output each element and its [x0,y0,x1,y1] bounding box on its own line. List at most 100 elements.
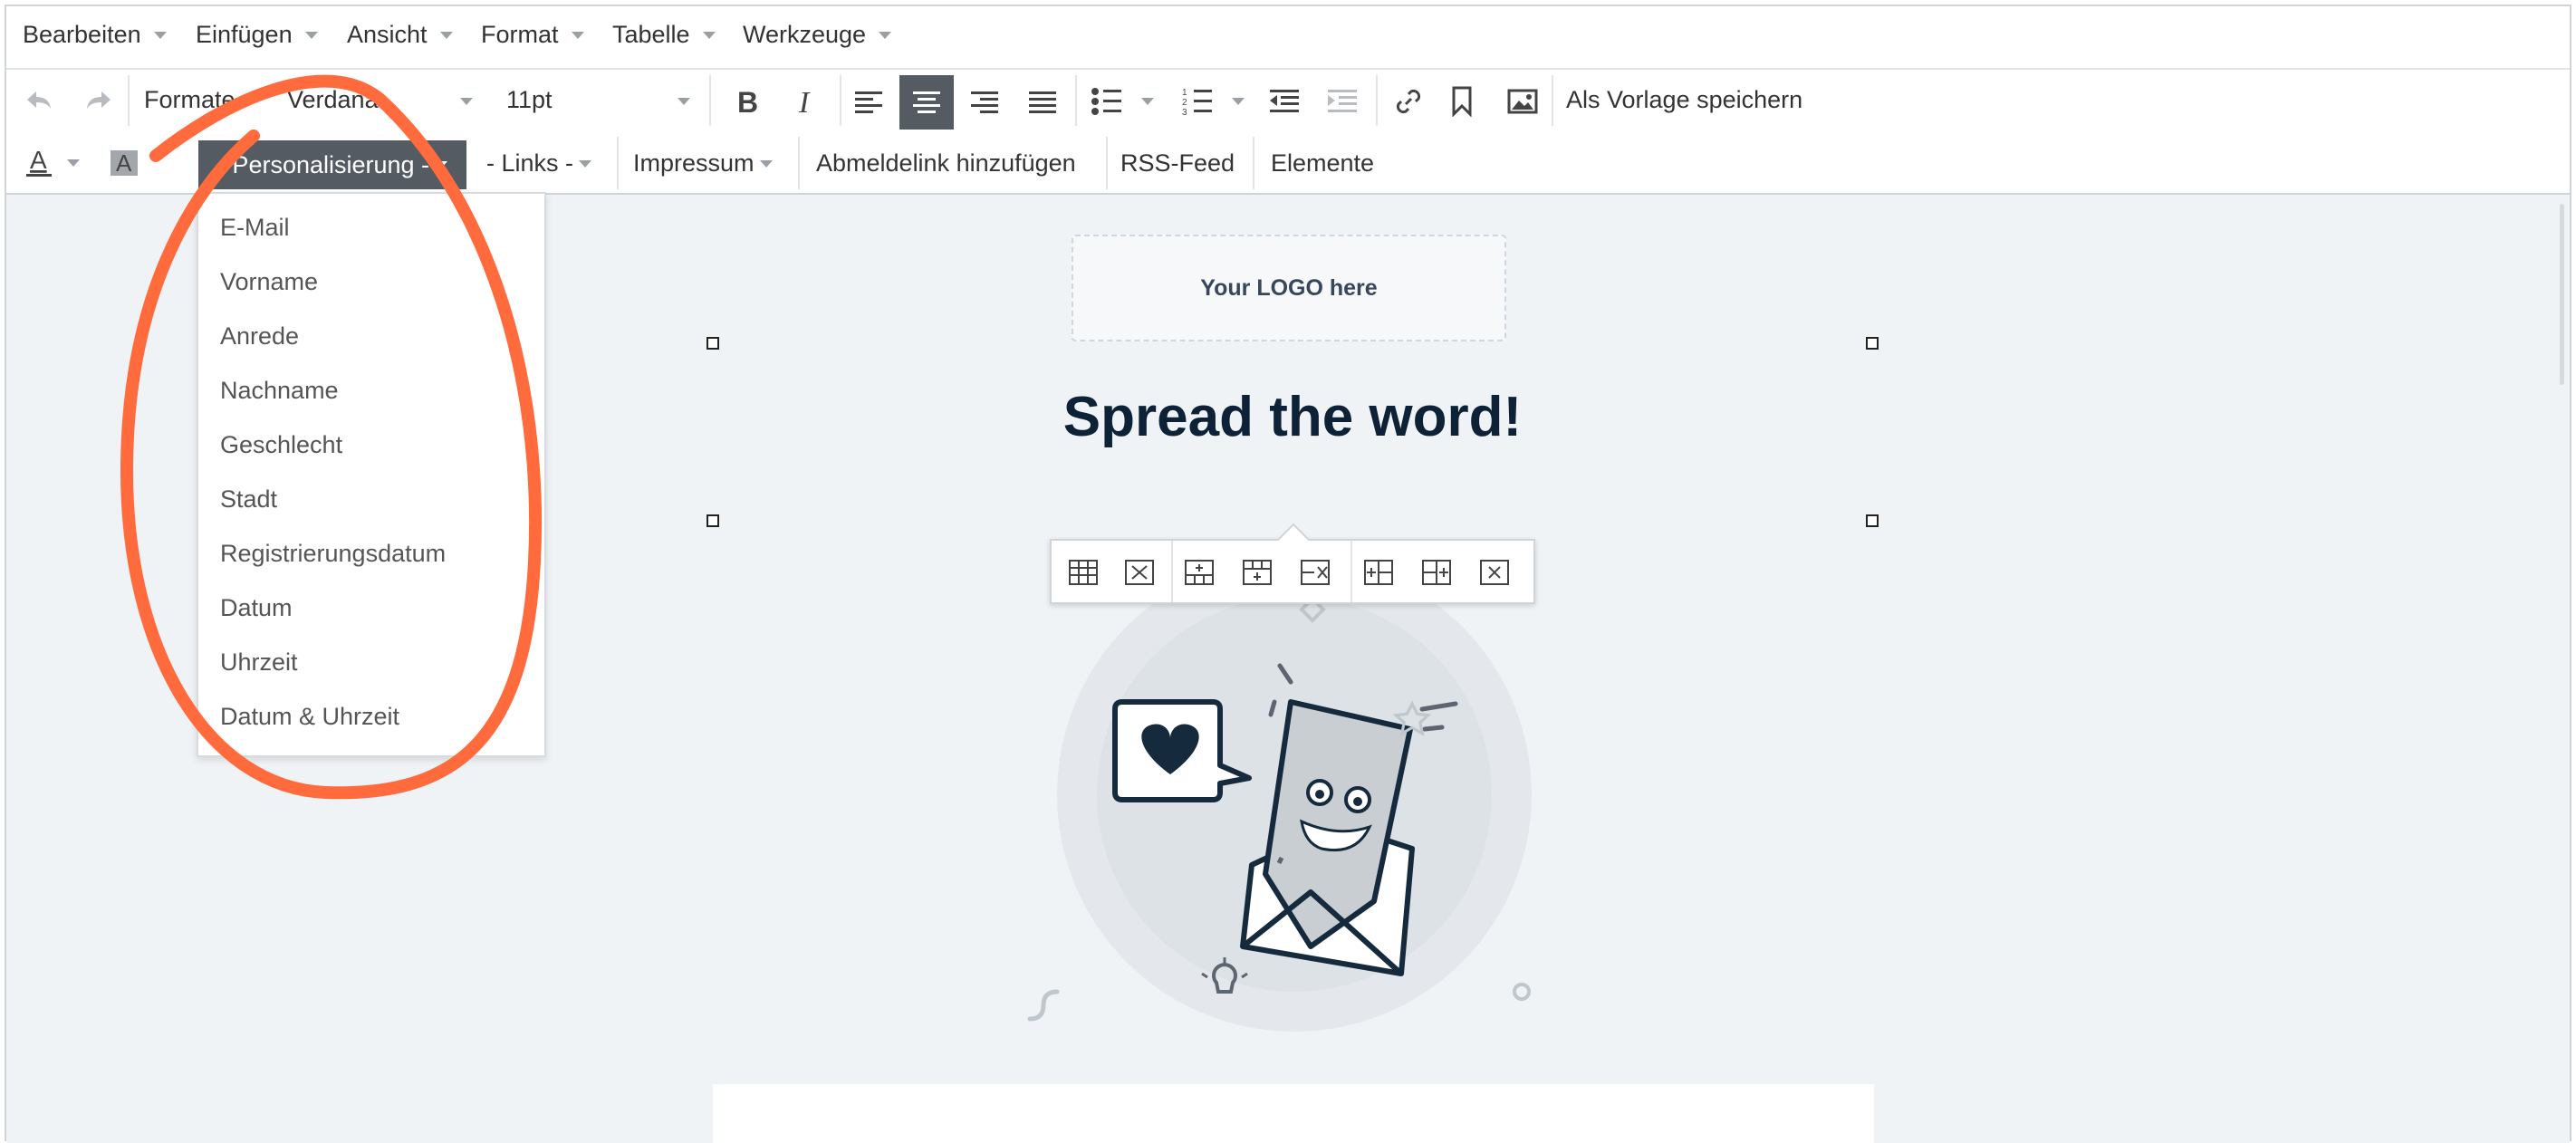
add-unsubscribe-link-label: Abmeldelink hinzufügen [816,149,1076,177]
menu-bearbeiten[interactable]: Bearbeiten [23,21,167,49]
bookmark-button[interactable] [1439,79,1485,124]
align-right-button[interactable] [959,77,1010,128]
toolbar-separator [1171,541,1173,602]
menubar: Bearbeiten Einfügen Ansicht Format Tabel… [6,6,2570,70]
menu-label: Ansicht [347,21,428,48]
indent-icon [1328,90,1357,112]
menu-item-anrede[interactable]: Anrede [220,322,299,351]
insert-row-before-icon[interactable] [1184,557,1215,588]
menu-item-nachname[interactable]: Nachname [220,377,339,405]
align-justify-icon [1029,91,1056,113]
undo-button[interactable] [19,82,59,119]
toolbar-separator [1350,541,1352,602]
align-justify-button[interactable] [1017,77,1068,128]
menu-label: Einfügen [196,21,293,48]
resize-handle[interactable] [1866,514,1879,527]
logo-placeholder-text: Your LOGO here [1200,274,1378,301]
personalisierung-dropdown[interactable]: - Personalisierung - [198,140,466,189]
resize-handle[interactable] [706,337,719,350]
impressum-dropdown[interactable]: Impressum [633,149,773,178]
rss-feed-button[interactable]: RSS-Feed [1120,149,1235,178]
resize-handle[interactable] [706,514,719,527]
menu-item-vorname[interactable]: Vorname [220,268,318,296]
chevron-down-icon [1232,98,1245,105]
links-dropdown[interactable]: - Links - [486,149,592,178]
align-left-button[interactable] [843,77,894,128]
menu-werkzeuge[interactable]: Werkzeuge [743,21,892,49]
headline[interactable]: Spread the word! [713,385,1872,449]
delete-column-icon[interactable] [1479,557,1510,588]
font-family-value: Verdana [287,86,379,113]
text-color-chevron[interactable] [62,155,84,171]
image-icon [1507,89,1538,114]
numbered-list-button[interactable]: 123 [1175,79,1220,124]
redo-button[interactable] [79,82,119,119]
table-properties-icon[interactable] [1068,557,1099,588]
menu-item-datum[interactable]: Datum [220,594,293,622]
chevron-down-icon [1141,98,1154,105]
delete-row-icon[interactable] [1300,557,1331,588]
font-family-dropdown[interactable]: Verdana [287,86,379,114]
italic-button[interactable]: I [782,79,832,124]
chevron-down-icon [702,31,716,39]
chevron-down-icon [759,159,773,168]
menu-einfuegen[interactable]: Einfügen [196,21,318,49]
bullet-list-chevron[interactable] [1137,93,1158,110]
toolbar-separator [1376,75,1378,126]
save-as-template-button[interactable]: Als Vorlage speichern [1566,86,1802,114]
insert-column-after-icon[interactable] [1421,557,1452,588]
resize-handle[interactable] [1866,337,1879,350]
insert-row-after-icon[interactable] [1242,557,1273,588]
menu-item-uhrzeit[interactable]: Uhrzeit [220,648,298,677]
toolbar-separator [1106,137,1108,189]
bullet-list-button[interactable] [1084,79,1129,124]
menu-tabelle[interactable]: Tabelle [612,21,716,49]
menu-label: Bearbeiten [23,21,141,48]
elemente-label: Elemente [1271,149,1375,177]
image-button[interactable] [1497,79,1548,124]
chevron-down-icon [571,31,584,39]
align-center-button[interactable] [899,75,954,130]
svg-text:A: A [116,149,132,177]
menu-ansicht[interactable]: Ansicht [347,21,453,49]
menu-item-registrierungsdatum[interactable]: Registrierungsdatum [220,540,446,568]
menu-label: Format [481,21,559,48]
font-size-dropdown[interactable]: 11pt [506,86,553,114]
toolbar-separator [128,75,130,126]
numbered-list-chevron[interactable] [1227,93,1249,110]
toolbar-separator [798,137,800,189]
bold-button[interactable]: B [722,79,773,124]
outdent-button[interactable] [1262,79,1307,124]
chevron-down-icon [678,98,690,105]
toolbar-separator [1552,75,1553,126]
indent-button[interactable] [1320,79,1365,124]
add-unsubscribe-link-button[interactable]: Abmeldelink hinzufügen [816,149,1076,178]
content-block[interactable] [713,1084,1874,1143]
text-color-icon: A [26,147,52,177]
vertical-scrollbar[interactable] [2560,204,2564,385]
elemente-button[interactable]: Elemente [1271,149,1374,178]
font-size-chevron[interactable] [675,93,693,110]
formats-dropdown[interactable]: Formate [144,86,235,114]
insert-column-before-icon[interactable] [1363,557,1394,588]
menu-item-stadt[interactable]: Stadt [220,485,277,514]
font-family-chevron[interactable] [457,93,476,110]
background-color-button[interactable]: A [104,140,144,186]
menu-format[interactable]: Format [481,21,584,49]
links-label: - Links - [486,149,574,177]
italic-icon: I [798,87,811,116]
menu-item-geschlecht[interactable]: Geschlecht [220,431,342,459]
logo-placeholder[interactable]: Your LOGO here [1072,235,1506,341]
delete-table-icon[interactable] [1124,557,1155,588]
svg-text:A: A [30,147,47,174]
menu-item-email[interactable]: E-Mail [220,214,290,242]
chevron-down-icon [67,159,80,167]
toolbar-row-1: Formate Verdana 11pt B I 123 Als Vorlage… [6,70,2570,131]
redo-icon [87,91,111,109]
menu-label: Tabelle [612,21,690,48]
toolbar-separator [617,137,619,189]
text-color-button[interactable]: A [19,140,59,186]
menu-item-datum-uhrzeit[interactable]: Datum & Uhrzeit [220,703,399,731]
link-button[interactable] [1383,79,1434,124]
rss-feed-label: RSS-Feed [1120,149,1235,177]
